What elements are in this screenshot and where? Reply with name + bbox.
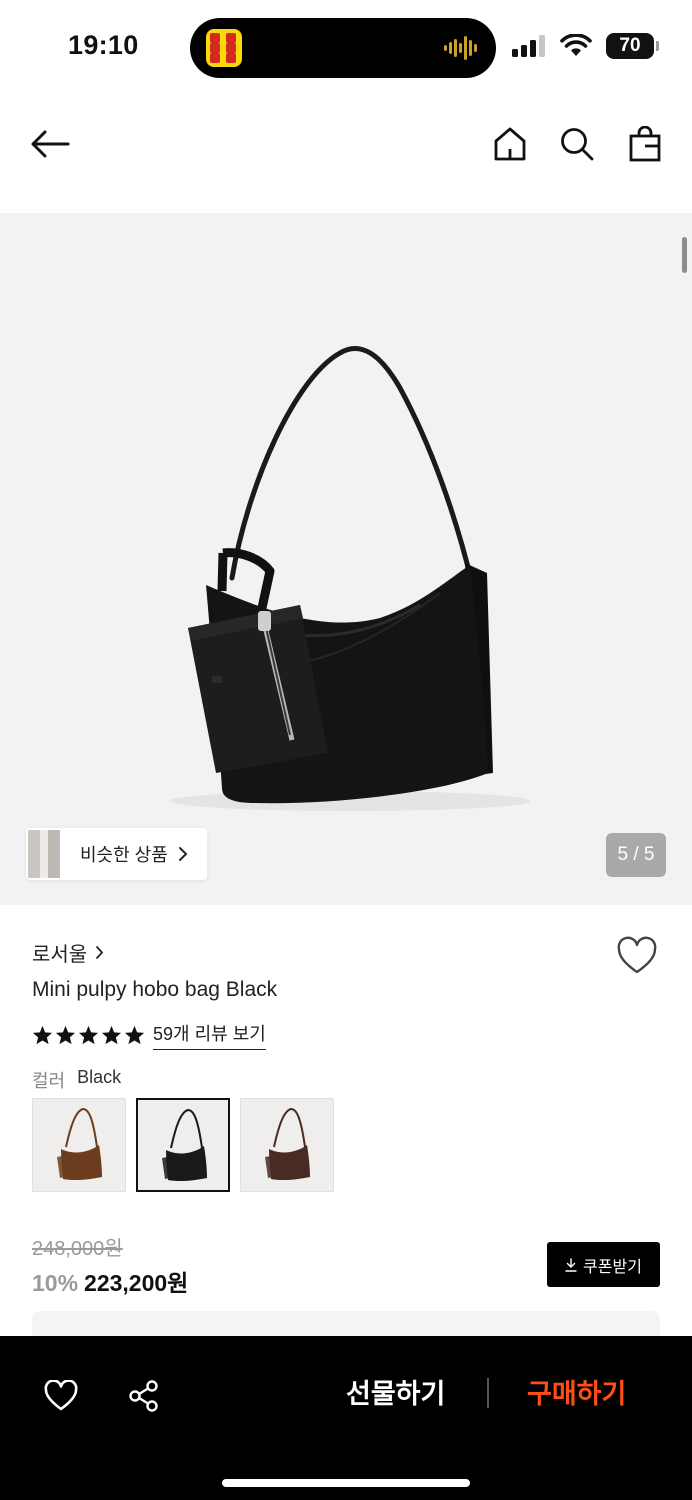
swatch-bag-image <box>265 1107 310 1181</box>
cart-button[interactable] <box>623 122 667 166</box>
color-swatch-black[interactable] <box>136 1098 230 1192</box>
shopping-bag-icon <box>629 126 661 162</box>
home-icon <box>494 127 526 161</box>
bottom-wishlist-button[interactable] <box>39 1374 83 1418</box>
wifi-icon <box>560 34 592 56</box>
status-time: 19:10 <box>68 30 139 60</box>
sale-price: 223,200원 <box>84 1270 189 1296</box>
buy-button[interactable]: 구매하기 <box>527 1372 626 1411</box>
chevron-right-icon <box>178 847 188 861</box>
discount-rate: 10% <box>32 1270 79 1296</box>
heart-icon <box>44 1380 78 1411</box>
heart-icon <box>617 936 657 974</box>
similar-product-thumbnail <box>28 830 60 878</box>
status-bar: 19:10 70 <box>0 0 692 92</box>
similar-products-label: 비슷한 상품 <box>80 845 168 865</box>
dynamic-island[interactable] <box>190 18 496 78</box>
image-scroll-indicator <box>682 237 687 273</box>
status-icons: 70 <box>512 32 659 60</box>
original-price: 248,000원 <box>32 1238 123 1260</box>
product-image-gallery[interactable]: 비슷한 상품 5 / 5 <box>0 213 692 905</box>
image-page-indicator: 5 / 5 <box>606 833 666 877</box>
battery-icon: 70 <box>606 33 659 59</box>
gift-button[interactable]: 선물하기 <box>346 1372 445 1411</box>
cellular-signal-icon <box>512 35 545 57</box>
audio-waveform-icon <box>444 36 477 60</box>
swatch-bag-image <box>162 1108 207 1182</box>
bottom-action-bar: 선물하기 구매하기 <box>0 1336 692 1500</box>
price-row: 10% 223,200원 <box>32 1264 188 1298</box>
coupon-button[interactable]: 쿠폰받기 <box>547 1242 660 1287</box>
rating-row: 59개 리뷰 보기 <box>32 1020 266 1050</box>
star-icon <box>78 1025 99 1045</box>
review-link[interactable]: 59개 리뷰 보기 <box>153 1020 266 1050</box>
search-button[interactable] <box>555 122 599 166</box>
color-value: Black <box>77 1067 122 1087</box>
back-button[interactable] <box>28 122 72 166</box>
star-icon <box>32 1025 53 1045</box>
search-icon <box>561 128 594 161</box>
download-icon <box>565 1257 577 1272</box>
brand-link[interactable]: 로서울 <box>32 938 104 967</box>
product-photo <box>170 346 530 811</box>
star-icon <box>101 1025 122 1045</box>
now-playing-app-icon <box>206 29 242 67</box>
top-navigation <box>0 100 692 190</box>
color-swatches <box>32 1098 334 1192</box>
back-arrow-icon <box>31 130 70 158</box>
star-icon <box>124 1025 145 1045</box>
wishlist-button[interactable] <box>616 936 658 978</box>
rating-stars <box>32 1025 145 1045</box>
color-swatch-dark-brown[interactable] <box>240 1098 334 1192</box>
divider <box>487 1378 489 1408</box>
product-name: Mini pulpy hobo bag Black <box>32 978 278 1001</box>
home-button[interactable] <box>488 122 532 166</box>
color-swatch-brown[interactable] <box>32 1098 126 1192</box>
swatch-bag-image <box>57 1107 102 1181</box>
share-icon <box>129 1380 158 1412</box>
chevron-right-icon <box>96 946 104 959</box>
share-button[interactable] <box>122 1374 166 1418</box>
home-indicator <box>222 1479 470 1487</box>
similar-products-button[interactable]: 비슷한 상품 <box>26 828 207 880</box>
brand-name: 로서울 <box>32 944 88 966</box>
star-icon <box>55 1025 76 1045</box>
color-row: 컬러 Black <box>32 1067 121 1093</box>
coupon-button-label: 쿠폰받기 <box>583 1258 642 1276</box>
color-label: 컬러 <box>32 1071 66 1091</box>
